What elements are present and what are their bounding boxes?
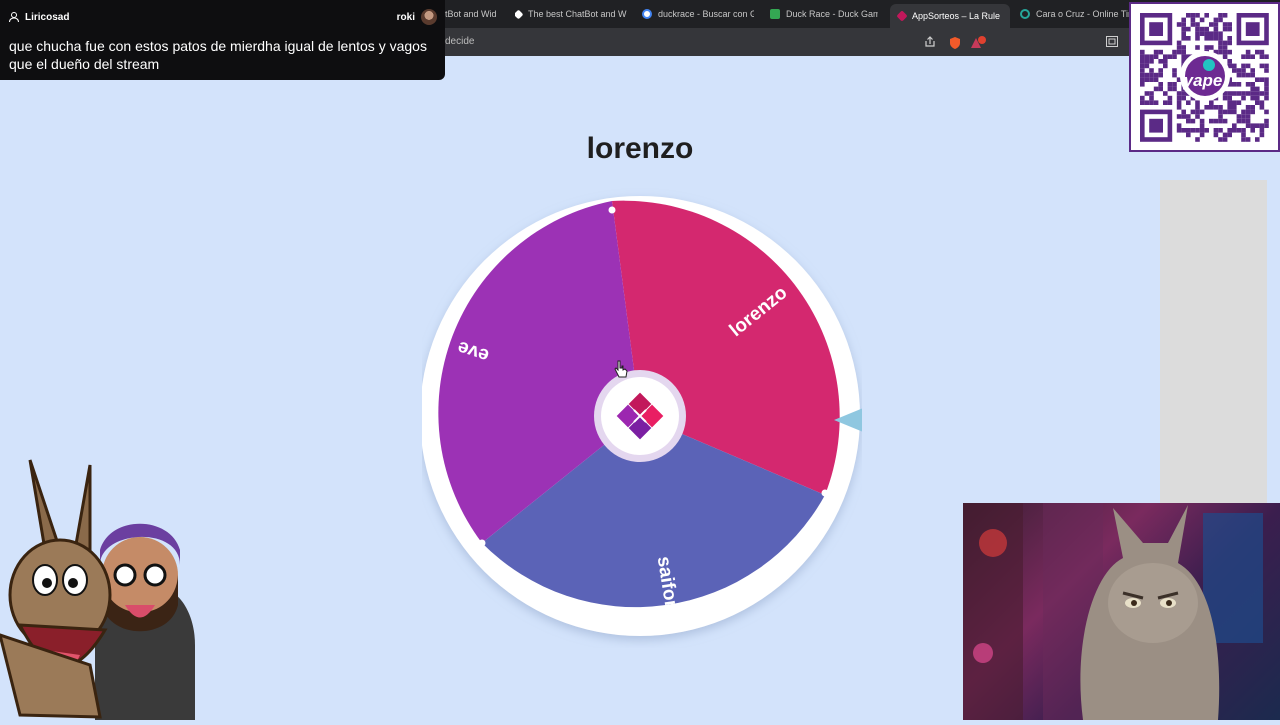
tab-label: Cara o Cruz - Online Tira [1036,9,1130,19]
tab-label: AppSorteos – La Rule [912,11,1001,21]
tab-label: The best ChatBot and Wid [528,9,627,19]
qr-brand-text: yape [1183,71,1223,90]
diamond-icon [515,9,524,19]
tab-cara-o-cruz[interactable]: Cara o Cruz - Online Tira [1020,4,1130,24]
appsorteos-icon [896,10,908,22]
wheel-peg [478,539,486,547]
hand-cursor-icon [614,360,628,378]
tab-label: duckrace - Buscar con Go [658,9,754,19]
webcam-feed [963,503,1280,720]
tab-chatbot-2[interactable]: The best ChatBot and Wid [515,4,627,24]
brave-shield-icon[interactable] [948,36,962,52]
tab-label: tBot and Wid [445,9,497,19]
chat-message: que chucha fue con estos patos de mierdh… [9,38,427,72]
tab-google-search[interactable]: duckrace - Buscar con Go [642,4,754,24]
tab-duck-race[interactable]: Duck Race - Duck Gam [770,4,878,24]
streamer-avatar-illustration [0,455,200,720]
side-panel [1160,180,1267,505]
user-icon [8,10,20,28]
google-icon [642,9,652,19]
chat-overlay: Liricosad roki que chucha fue con estos … [0,0,445,80]
yape-qr-code: yape [1129,2,1280,152]
avatar [421,9,437,25]
share-icon[interactable] [924,36,936,50]
wheel-peg [821,489,829,497]
rewards-icon[interactable] [970,36,986,52]
tab-label: Duck Race - Duck Gam [786,9,878,19]
winner-title: lorenzo [586,132,694,165]
chat-streamer-name: roki [396,12,415,23]
sidebar-toggle-icon[interactable] [1106,36,1118,49]
url-text[interactable]: decide [445,36,474,47]
coin-icon [1020,9,1030,19]
chat-username: Liricosad [25,12,70,23]
tab-appsorteos[interactable]: AppSorteos – La Rule × [890,4,1010,28]
tab-chatbot-1[interactable]: tBot and Wid [445,4,505,24]
duck-icon [770,9,780,19]
prize-wheel[interactable]: lorenzo saifon eve [420,188,892,648]
wheel-peg [608,206,616,214]
